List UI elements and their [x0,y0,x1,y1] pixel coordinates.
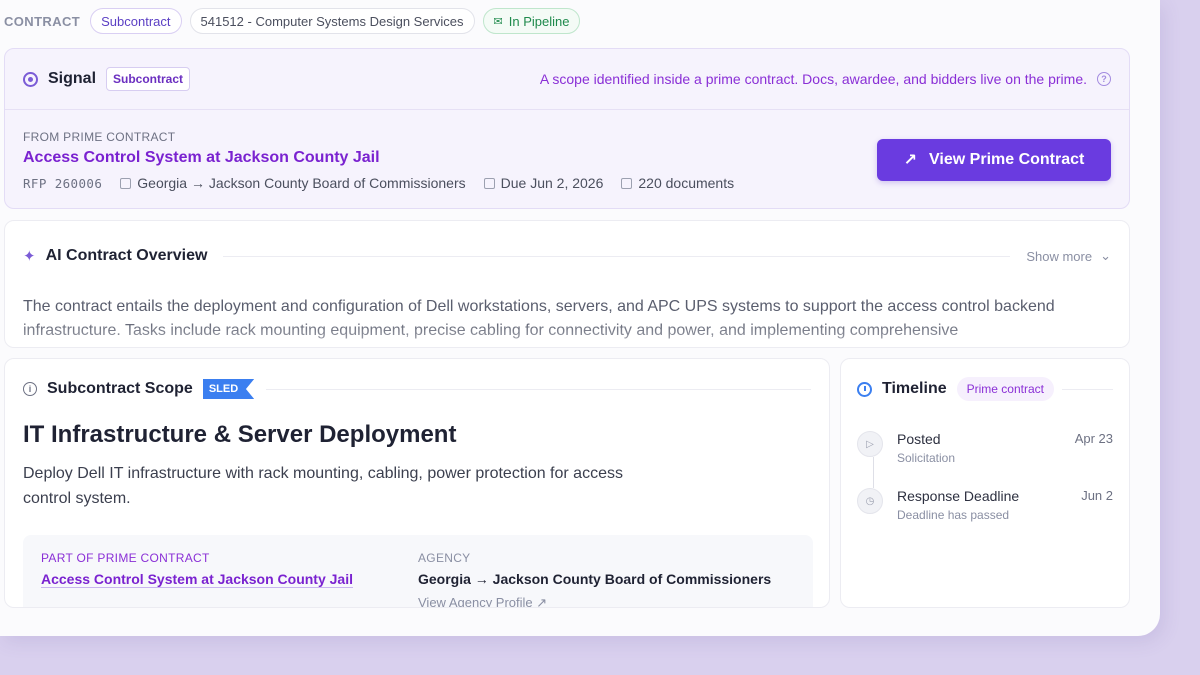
naics-chip[interactable]: 541512 - Computer Systems Design Service… [189,8,475,34]
due-meta: Due Jun 2, 2026 [483,175,604,191]
agency-col: AGENCY Georgia → Jackson County Board of… [418,551,795,608]
timeline-connector [873,457,874,488]
ai-overview-title: AI Contract Overview [45,247,208,264]
show-more-label: Show more [1026,248,1093,264]
timeline-item: ▷ Posted Solicitation Apr 23 [857,431,1113,488]
scope-header: i Subcontract Scope SLED [5,359,829,399]
clock-icon [857,381,872,397]
scope-detail-panel: PART OF PRIME CONTRACT Access Control Sy… [23,535,813,608]
signal-note: A scope identified inside a prime contra… [540,71,1111,87]
ai-overview-text: The contract entails the deployment and … [23,298,1055,339]
signal-subcontract-tag: Subcontract [106,67,191,91]
scope-heading: IT Infrastructure & Server Deployment [23,421,457,448]
timeline-card: Timeline Prime contract ▷ Posted Solicit… [840,358,1130,608]
divider [223,255,1011,257]
agency-label: AGENCY [418,551,471,565]
signal-card: Signal Subcontract A scope identified in… [4,48,1130,209]
scope-description: Deploy Dell IT infrastructure with rack … [23,465,623,507]
due-text: Due Jun 2, 2026 [500,175,604,191]
signal-header: Signal Subcontract A scope identified in… [5,49,1129,110]
divider [266,388,811,390]
arrow-up-right-icon: ↗ [903,152,918,169]
location-text: Georgia → Jackson County Board of Commis… [137,175,466,191]
play-icon: ▷ [857,431,883,457]
signal-icon [23,71,38,87]
document-icon [621,177,633,189]
building-icon [120,177,132,189]
timeline-item-name: Posted [897,431,941,447]
chevron-down-icon: ⌄ [1100,248,1111,263]
signal-note-text: A scope identified inside a prime contra… [539,71,1087,87]
ai-overview-card: ✦ AI Contract Overview Show more ⌄ The c… [4,220,1130,348]
signal-body: FROM PRIME CONTRACT Access Control Syste… [5,110,1129,208]
part-of-prime-label: PART OF PRIME CONTRACT [41,551,210,565]
subcontract-chip-label: Subcontract [101,13,171,29]
timeline-item-name: Response Deadline [897,488,1020,504]
ai-overview-header: ✦ AI Contract Overview Show more ⌄ [5,221,1129,265]
divider [1061,388,1113,390]
contract-chip-row: CONTRACT Subcontract 541512 - Computer S… [4,8,581,34]
location-meta: Georgia → Jackson County Board of Commis… [120,175,466,191]
app-frame: CONTRACT Subcontract 541512 - Computer S… [0,0,1160,636]
pipeline-status-label: In Pipeline [508,13,570,29]
inbox-icon: ✉ [493,15,503,28]
agency-value: Georgia → Jackson County Board of Commis… [418,571,772,587]
timeline-item: ◷ Response Deadline Deadline has passed … [857,488,1113,545]
timeline-title: Timeline [882,380,947,397]
pipeline-status-chip[interactable]: ✉ In Pipeline [482,8,581,34]
contract-label: CONTRACT [4,13,81,29]
clock-icon: ◷ [857,488,883,514]
timeline-item-date: Apr 23 [1074,431,1113,446]
calendar-icon [483,177,495,189]
show-more-button[interactable]: Show more ⌄ [1026,248,1111,264]
help-icon[interactable]: ? [1097,72,1111,86]
view-prime-contract-label: View Prime Contract [929,151,1085,168]
subcontract-scope-card: i Subcontract Scope SLED IT Infrastructu… [4,358,830,608]
subcontract-chip[interactable]: Subcontract [90,8,182,34]
timeline-item-text: Response Deadline Deadline has passed [897,488,1081,545]
timeline-item-sub: Deadline has passed [897,508,1010,522]
naics-chip-label: 541512 - Computer Systems Design Service… [200,13,464,29]
part-of-prime-col: PART OF PRIME CONTRACT Access Control Sy… [41,551,418,607]
sled-badge: SLED [202,379,255,399]
info-icon: i [23,382,37,396]
view-agency-profile-link[interactable]: View Agency Profile ↗ [418,595,795,608]
sparkle-icon: ✦ [23,248,36,265]
rfp-number: RFP 260006 [23,175,103,191]
timeline-list: ▷ Posted Solicitation Apr 23 ◷ Response … [841,401,1129,545]
timeline-item-text: Posted Solicitation [897,431,1075,488]
timeline-header: Timeline Prime contract [841,359,1129,401]
scope-title: Subcontract Scope [47,380,193,397]
timeline-item-sub: Solicitation [897,451,956,465]
signal-title: Signal [48,70,97,87]
timeline-item-date: Jun 2 [1081,488,1113,503]
part-of-prime-link[interactable]: Access Control System at Jackson County … [41,571,418,587]
documents-text: 220 documents [638,175,735,191]
prime-contract-tag: Prime contract [956,377,1054,401]
view-prime-contract-button[interactable]: ↗ View Prime Contract [877,139,1111,181]
documents-meta: 220 documents [621,175,734,191]
view-agency-profile-label: View Agency Profile [418,595,533,608]
external-link-icon: ↗ [536,595,548,608]
